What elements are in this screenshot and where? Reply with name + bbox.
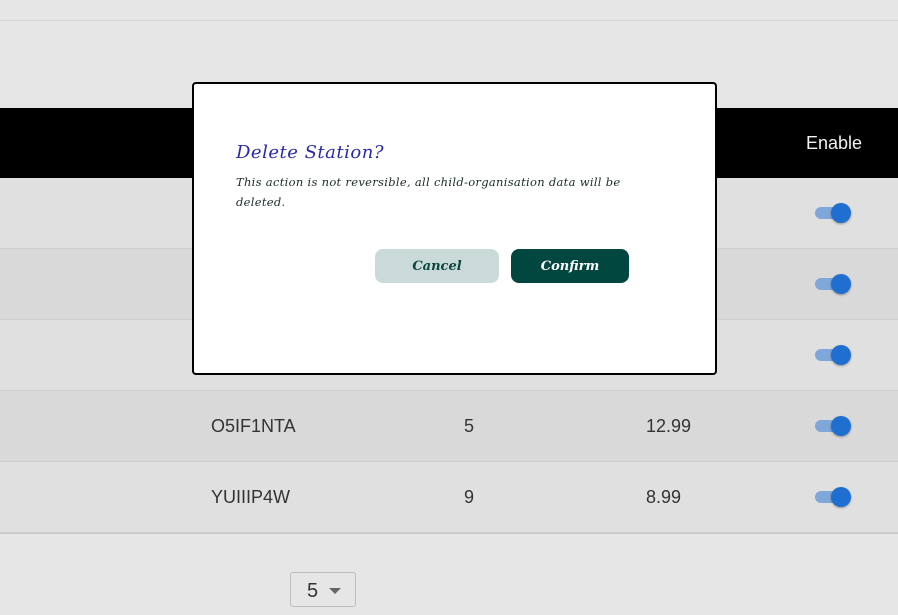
confirm-button[interactable]: Confirm bbox=[511, 249, 629, 283]
toggle-thumb bbox=[831, 345, 851, 365]
table-row: O5IF1NTA 5 12.99 bbox=[0, 391, 898, 462]
toggle-thumb bbox=[831, 274, 851, 294]
cell-price: 12.99 bbox=[646, 416, 692, 436]
enable-toggle[interactable] bbox=[815, 487, 851, 507]
cancel-button[interactable]: Cancel bbox=[375, 249, 499, 283]
chevron-down-icon bbox=[329, 588, 341, 594]
page: Enable O5IF1NTA 5 12.99 YUIIIP4W 9 8.99 … bbox=[0, 0, 898, 615]
pagination-bar bbox=[0, 533, 898, 615]
delete-confirmation-dialog: Delete Station? This action is not rever… bbox=[192, 82, 717, 375]
enable-toggle[interactable] bbox=[815, 416, 851, 436]
enable-toggle[interactable] bbox=[815, 345, 851, 365]
toggle-thumb bbox=[831, 487, 851, 507]
table-row: YUIIIP4W 9 8.99 bbox=[0, 462, 898, 533]
column-header-enable: Enable bbox=[806, 133, 863, 153]
cell-qty: 9 bbox=[464, 487, 475, 507]
enable-toggle[interactable] bbox=[815, 274, 851, 294]
cell-code: YUIIIP4W bbox=[211, 487, 291, 507]
toggle-thumb bbox=[831, 203, 851, 223]
dialog-title: Delete Station? bbox=[236, 142, 384, 163]
toggle-thumb bbox=[831, 416, 851, 436]
cell-qty: 5 bbox=[464, 416, 475, 436]
enable-toggle[interactable] bbox=[815, 203, 851, 223]
cell-price: 8.99 bbox=[646, 487, 682, 507]
divider bbox=[0, 20, 898, 21]
dialog-message: This action is not reversible, all child… bbox=[236, 175, 621, 209]
rows-per-page-select[interactable]: 5 bbox=[290, 572, 356, 607]
rows-per-page-value: 5 bbox=[307, 580, 319, 602]
cell-code: O5IF1NTA bbox=[211, 416, 296, 436]
